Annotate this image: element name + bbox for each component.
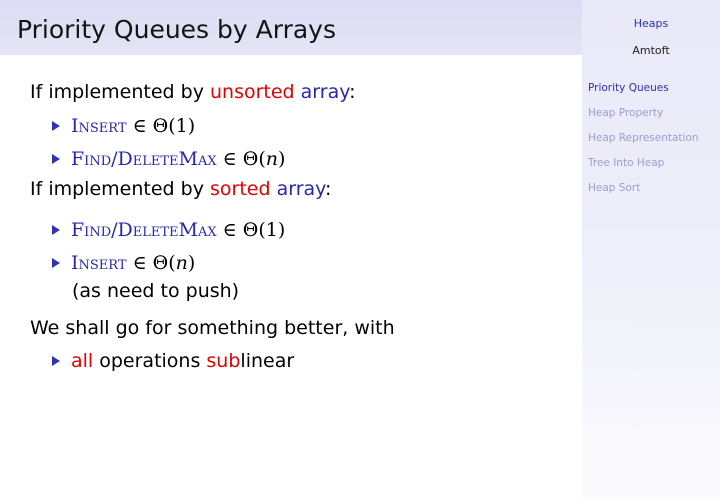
sidebar-item-tree-into-heap[interactable]: Tree Into Heap — [588, 155, 699, 180]
list-item: Find/DeleteMax ∈ Θ(1) — [52, 218, 285, 242]
list-item: Insert ∈ Θ(1) — [52, 114, 195, 138]
bullet-icon — [52, 225, 60, 235]
sidebar-item-heap-representation[interactable]: Heap Representation — [588, 130, 699, 155]
keyword-unsorted: unsorted — [209, 81, 295, 103]
list-item: Find/DeleteMax ∈ Θ(n) — [52, 147, 285, 171]
bullet-icon — [52, 154, 60, 164]
bullet-icon — [52, 258, 60, 268]
keyword-sorted: sorted — [209, 178, 271, 200]
operation-name: Find/DeleteMax — [71, 219, 217, 241]
keyword-array: array — [300, 81, 350, 103]
list-item-note: (as need to push) — [72, 280, 240, 302]
sidebar-item-heap-property[interactable]: Heap Property — [588, 105, 699, 130]
bullet-icon — [52, 356, 60, 366]
sidebar-author: Amtoft — [632, 44, 670, 57]
sidebar-title[interactable]: Heaps — [582, 17, 720, 30]
sorted-intro: If implemented by sorted array: — [30, 178, 332, 200]
conclusion-text: We shall go for something better, with — [30, 317, 395, 339]
slide-title-bar: Priority Queues by Arrays — [0, 0, 582, 55]
keyword-all: all — [71, 350, 94, 372]
operation-name: Insert — [71, 252, 127, 274]
operation-name: Insert — [71, 115, 127, 137]
unsorted-intro: If implemented by unsorted array: — [30, 81, 356, 103]
list-item: Insert ∈ Θ(n) — [52, 251, 195, 275]
bullet-icon — [52, 121, 60, 131]
list-item: all operations sublinear — [52, 349, 294, 373]
keyword-sub: sub — [206, 350, 241, 372]
sidebar-item-priority-queues[interactable]: Priority Queues — [588, 80, 699, 105]
sidebar-nav: Priority Queues Heap Property Heap Repre… — [588, 80, 699, 205]
operation-name: Find/DeleteMax — [71, 148, 217, 170]
sidebar: Heaps Amtoft Priority Queues Heap Proper… — [582, 0, 720, 500]
keyword-array: array — [276, 178, 326, 200]
slide-title: Priority Queues by Arrays — [17, 15, 336, 44]
sidebar-item-heap-sort[interactable]: Heap Sort — [588, 180, 699, 205]
